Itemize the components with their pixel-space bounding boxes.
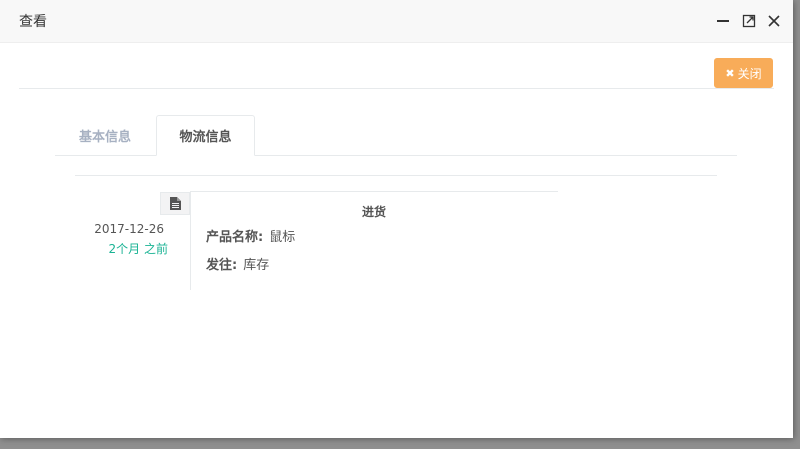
maximize-button[interactable] <box>740 12 758 30</box>
maximize-icon <box>742 14 756 28</box>
timeline-icon-box <box>160 192 190 215</box>
close-window-button[interactable] <box>765 12 783 30</box>
product-name-label: 产品名称: <box>206 230 264 245</box>
destination-label: 发往: <box>206 258 238 273</box>
minimize-button[interactable] <box>714 12 732 30</box>
timeline-date: 2017-12-26 <box>94 222 164 236</box>
destination-row: 发往: 库存 <box>206 254 269 273</box>
file-text-icon <box>169 197 181 210</box>
tab-bar: 基本信息 物流信息 <box>55 115 737 156</box>
tab-content-divider <box>75 175 717 176</box>
destination-value: 库存 <box>243 258 270 273</box>
toolbar-divider <box>19 88 774 89</box>
title-bar[interactable]: 查看 <box>0 0 793 43</box>
tab-basic-info[interactable]: 基本信息 <box>55 115 155 155</box>
product-name-row: 产品名称: 鼠标 <box>206 226 295 245</box>
timeline-relative-time: 2个月 之前 <box>108 242 168 256</box>
close-button-label: 关闭 <box>737 66 762 81</box>
tab-logistics-info[interactable]: 物流信息 <box>156 115 255 156</box>
timeline-line <box>190 192 191 290</box>
close-button[interactable]: ✖ 关闭 <box>714 58 773 88</box>
minimize-icon <box>717 20 729 22</box>
dialog-title: 查看 <box>19 14 47 30</box>
times-icon: ✖ <box>725 66 735 80</box>
timeline-top-border <box>190 191 558 192</box>
close-icon <box>768 15 780 27</box>
view-dialog: 查看 ✖ 关闭 基本信息 物流信息 2017-12-26 2个月 之前 进货 产… <box>0 0 793 438</box>
timeline-heading: 进货 <box>362 205 387 219</box>
product-name-value: 鼠标 <box>269 230 296 245</box>
